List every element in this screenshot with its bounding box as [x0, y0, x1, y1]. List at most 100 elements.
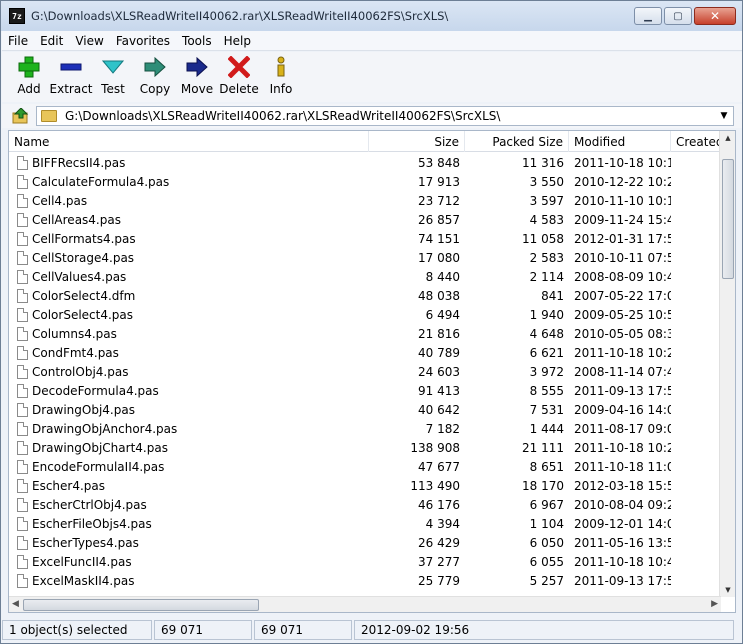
table-row[interactable]: ColorSelect4.pas 6 494 1 940 2009-05-25 10:…	[9, 305, 721, 324]
column-size[interactable]: Size	[369, 131, 465, 152]
file-packed-size: 6 050	[529, 535, 564, 550]
file-icon	[17, 345, 28, 360]
file-rows: BIFFRecsII4.pas 53 848 11 316 2011-10-18 10…	[9, 153, 721, 590]
file-name: Escher4.pas	[32, 478, 106, 493]
table-row[interactable]: ExcelMaskII4.pas 25 779 5 257 2011-09-13 17…	[9, 571, 721, 590]
file-name: CalculateFormula4.pas	[32, 174, 170, 189]
vertical-scrollbar[interactable]: ▲ ▼	[719, 131, 735, 597]
minimize-button[interactable]: ▁	[634, 7, 662, 25]
file-name-cell: CellValues4.pas	[9, 269, 369, 284]
file-name: ExcelMaskII4.pas	[32, 573, 135, 588]
column-name[interactable]: Name	[9, 131, 369, 152]
file-modified: 2008-11-14 07:43	[574, 364, 671, 379]
path-text: G:\Downloads\XLSReadWriteII40062.rar\XLS…	[65, 109, 501, 123]
menu-tools[interactable]: Tools	[176, 34, 218, 48]
minus-icon	[59, 55, 83, 79]
file-modified: 2011-10-18 10:27	[574, 440, 671, 455]
file-name: BIFFRecsII4.pas	[32, 155, 126, 170]
file-name: ControlObj4.pas	[32, 364, 129, 379]
test-button[interactable]: Test	[92, 52, 134, 102]
vertical-scroll-thumb[interactable]	[722, 159, 734, 279]
table-row[interactable]: CellAreas4.pas 26 857 4 583 2009-11-24 15:4…	[9, 210, 721, 229]
table-row[interactable]: CellFormats4.pas 74 151 11 058 2012-01-31 1…	[9, 229, 721, 248]
menu-help[interactable]: Help	[218, 34, 257, 48]
info-button[interactable]: Info	[260, 52, 302, 102]
close-button[interactable]: ✕	[694, 7, 736, 25]
menu-file[interactable]: File	[2, 34, 34, 48]
scroll-right-icon[interactable]: ▶	[711, 599, 718, 609]
up-folder-button[interactable]	[10, 106, 32, 126]
title-bar[interactable]: 7z G:\Downloads\XLSReadWriteII40062.rar\…	[1, 1, 742, 31]
x-icon	[227, 55, 251, 79]
file-icon	[17, 288, 28, 303]
table-row[interactable]: CalculateFormula4.pas 17 913 3 550 2010-12-…	[9, 172, 721, 191]
table-row[interactable]: Columns4.pas 21 816 4 648 2010-05-05 08:32	[9, 324, 721, 343]
path-dropdown-button[interactable]: ▼	[717, 109, 731, 123]
file-size: 25 779	[418, 573, 460, 588]
file-modified: 2007-05-22 17:02	[574, 288, 671, 303]
file-name: DrawingObj4.pas	[32, 402, 135, 417]
file-name-cell: ControlObj4.pas	[9, 364, 369, 379]
file-modified: 2011-09-13 17:52	[574, 573, 671, 588]
delete-label: Delete	[219, 82, 259, 96]
file-packed-size: 11 316	[522, 155, 564, 170]
table-row[interactable]: Cell4.pas 23 712 3 597 2010-11-10 10:18	[9, 191, 721, 210]
file-size: 37 277	[418, 554, 460, 569]
delete-button[interactable]: Delete	[218, 52, 260, 102]
file-modified: 2012-03-18 15:57	[574, 478, 671, 493]
table-row[interactable]: Escher4.pas 113 490 18 170 2012-03-18 15:57	[9, 476, 721, 495]
file-size: 53 848	[418, 155, 460, 170]
file-name: ColorSelect4.dfm	[32, 288, 136, 303]
table-row[interactable]: DrawingObj4.pas 40 642 7 531 2009-04-16 14:…	[9, 400, 721, 419]
table-row[interactable]: CellValues4.pas 8 440 2 114 2008-08-09 10:4…	[9, 267, 721, 286]
table-row[interactable]: ColorSelect4.dfm 48 038 841 2007-05-22 17:0…	[9, 286, 721, 305]
menu-view[interactable]: View	[69, 34, 109, 48]
file-packed-size: 4 648	[529, 326, 564, 341]
path-field[interactable]: G:\Downloads\XLSReadWriteII40062.rar\XLS…	[36, 106, 734, 126]
column-packed-size[interactable]: Packed Size	[465, 131, 569, 152]
table-row[interactable]: EscherFileObjs4.pas 4 394 1 104 2009-12-01 …	[9, 514, 721, 533]
file-packed-size: 18 170	[522, 478, 564, 493]
table-row[interactable]: EncodeFormulaII4.pas 47 677 8 651 2011-10-1…	[9, 457, 721, 476]
table-row[interactable]: DrawingObjChart4.pas 138 908 21 111 2011-10…	[9, 438, 721, 457]
column-created[interactable]: Created	[671, 131, 724, 152]
maximize-button[interactable]: ▢	[664, 7, 692, 25]
scroll-down-icon[interactable]: ▼	[720, 586, 735, 594]
table-row[interactable]: EscherTypes4.pas 26 429 6 050 2011-05-16 13…	[9, 533, 721, 552]
file-name-cell: DrawingObjChart4.pas	[9, 440, 369, 455]
add-button[interactable]: Add	[8, 52, 50, 102]
file-list[interactable]: Name Size Packed Size Modified Created B…	[8, 130, 736, 613]
file-size: 7 182	[425, 421, 460, 436]
chevron-down-icon: ▼	[720, 111, 728, 121]
file-modified: 2011-05-16 13:51	[574, 535, 671, 550]
menu-favorites[interactable]: Favorites	[110, 34, 176, 48]
horizontal-scrollbar[interactable]: ◀ ▶	[9, 596, 721, 612]
table-row[interactable]: BIFFRecsII4.pas 53 848 11 316 2011-10-18 10…	[9, 153, 721, 172]
table-row[interactable]: ControlObj4.pas 24 603 3 972 2008-11-14 07:…	[9, 362, 721, 381]
table-row[interactable]: CellStorage4.pas 17 080 2 583 2010-10-11 07…	[9, 248, 721, 267]
file-name-cell: ColorSelect4.dfm	[9, 288, 369, 303]
scroll-left-icon[interactable]: ◀	[12, 599, 19, 609]
file-size: 48 038	[418, 288, 460, 303]
table-row[interactable]: DrawingObjAnchor4.pas 7 182 1 444 2011-08-1…	[9, 419, 721, 438]
table-row[interactable]: CondFmt4.pas 40 789 6 621 2011-10-18 10:27	[9, 343, 721, 362]
table-row[interactable]: EscherCtrlObj4.pas 46 176 6 967 2010-08-04 …	[9, 495, 721, 514]
file-name-cell: CalculateFormula4.pas	[9, 174, 369, 189]
column-modified[interactable]: Modified	[569, 131, 671, 152]
file-packed-size: 1 104	[529, 516, 564, 531]
file-modified: 2008-08-09 10:44	[574, 269, 671, 284]
file-packed-size: 1 444	[529, 421, 564, 436]
horizontal-scroll-thumb[interactable]	[23, 599, 259, 611]
file-name-cell: CellAreas4.pas	[9, 212, 369, 227]
scroll-up-icon[interactable]: ▲	[720, 134, 735, 142]
file-size: 113 490	[410, 478, 460, 493]
table-row[interactable]: ExcelFuncII4.pas 37 277 6 055 2011-10-18 10…	[9, 552, 721, 571]
close-icon: ✕	[709, 9, 721, 23]
extract-button[interactable]: Extract	[50, 52, 93, 102]
move-button[interactable]: Move	[176, 52, 218, 102]
file-packed-size: 6 621	[529, 345, 564, 360]
copy-button[interactable]: Copy	[134, 52, 176, 102]
menu-edit[interactable]: Edit	[34, 34, 69, 48]
table-row[interactable]: DecodeFormula4.pas 91 413 8 555 2011-09-13 …	[9, 381, 721, 400]
file-packed-size: 841	[541, 288, 564, 303]
